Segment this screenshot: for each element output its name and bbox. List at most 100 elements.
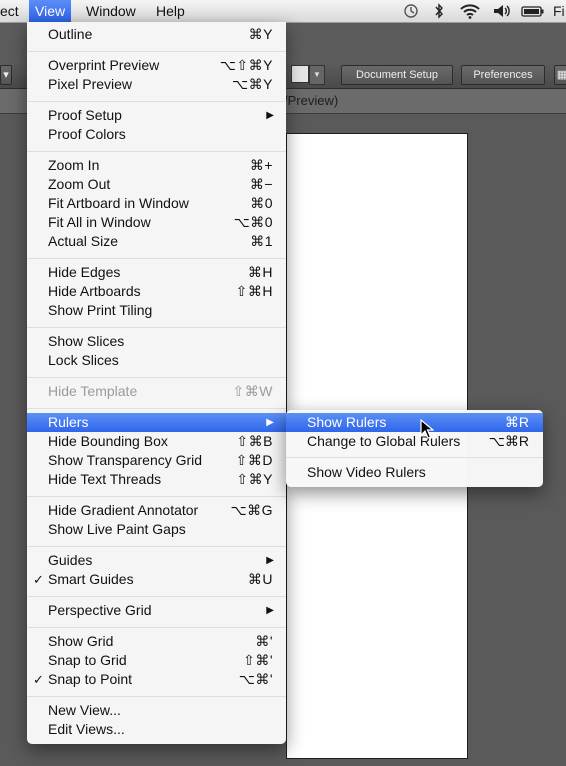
battery-icon[interactable] xyxy=(521,0,545,22)
menu-item-hide-edges[interactable]: Hide Edges ⌘H xyxy=(27,263,286,282)
menu-separator xyxy=(286,457,543,458)
menu-item-shortcut: ⌘H xyxy=(247,264,273,280)
submenu-arrow-icon: ▶ xyxy=(266,110,274,121)
menu-item-hide-artboards[interactable]: Hide Artboards ⇧⌘H xyxy=(27,282,286,301)
menu-item-hide-template: Hide Template ⇧⌘W xyxy=(27,382,286,401)
menu-item-new-view[interactable]: New View... xyxy=(27,701,286,720)
submenu-item-shortcut: ⌘R xyxy=(504,414,529,430)
menu-separator xyxy=(27,546,286,547)
menu-separator xyxy=(27,408,286,409)
menubar-item-help[interactable]: Help xyxy=(150,0,191,22)
menu-item-label: Show Grid xyxy=(48,633,114,649)
menu-item-label: Fit Artboard in Window xyxy=(48,195,189,211)
menu-item-label: Hide Bounding Box xyxy=(48,433,168,449)
menu-item-show-slices[interactable]: Show Slices xyxy=(27,332,286,351)
fill-swatch[interactable] xyxy=(291,65,309,83)
menu-item-label: Smart Guides xyxy=(48,571,134,587)
volume-icon[interactable] xyxy=(491,0,513,22)
menu-separator xyxy=(27,496,286,497)
menu-separator xyxy=(27,51,286,52)
menu-separator xyxy=(27,377,286,378)
menu-separator xyxy=(27,596,286,597)
time-machine-icon[interactable] xyxy=(403,0,419,22)
menu-item-hide-bounding-box[interactable]: Hide Bounding Box ⇧⌘B xyxy=(27,432,286,451)
menu-item-shortcut: ⌘Y xyxy=(248,26,273,42)
menu-item-edit-views[interactable]: Edit Views... xyxy=(27,720,286,739)
menu-item-zoom-out[interactable]: Zoom Out ⌘− xyxy=(27,175,286,194)
menu-item-perspective-grid[interactable]: Perspective Grid ▶ xyxy=(27,601,286,620)
menu-item-zoom-in[interactable]: Zoom In ⌘+ xyxy=(27,156,286,175)
menu-item-label: Overprint Preview xyxy=(48,57,160,73)
bluetooth-icon[interactable] xyxy=(433,0,445,22)
menu-item-snap-to-point[interactable]: ✓ Snap to Point ⌥⌘' xyxy=(27,670,286,689)
menu-item-shortcut: ⇧⌘' xyxy=(243,652,273,668)
menu-item-shortcut: ⌥⌘G xyxy=(230,502,273,518)
menu-item-lock-slices[interactable]: Lock Slices xyxy=(27,351,286,370)
menu-item-smart-guides[interactable]: ✓ Smart Guides ⌘U xyxy=(27,570,286,589)
preferences-button[interactable]: Preferences xyxy=(461,65,545,85)
menu-item-rulers[interactable]: Rulers ▶ xyxy=(27,413,286,432)
menu-item-label: Actual Size xyxy=(48,233,119,249)
menu-item-label: Proof Setup xyxy=(48,107,122,123)
menubar-item-view[interactable]: View xyxy=(29,0,72,22)
toolbar-dropdown[interactable]: ▾ xyxy=(0,65,12,85)
menu-item-shortcut: ⌘' xyxy=(255,633,273,649)
menu-item-label: Hide Artboards xyxy=(48,283,141,299)
mouse-cursor-icon xyxy=(420,418,435,439)
menu-item-actual-size[interactable]: Actual Size ⌘1 xyxy=(27,232,286,251)
menu-item-pixel-preview[interactable]: Pixel Preview ⌥⌘Y xyxy=(27,75,286,94)
menu-item-shortcut: ⌘U xyxy=(247,571,273,587)
menu-item-label: Snap to Grid xyxy=(48,652,127,668)
menu-item-label: New View... xyxy=(48,702,121,718)
menu-item-overprint-preview[interactable]: Overprint Preview ⌥⇧⌘Y xyxy=(27,56,286,75)
chevron-down-icon[interactable]: ▼ xyxy=(309,65,325,85)
submenu-item-label: Show Rulers xyxy=(307,414,387,430)
menu-item-show-print-tiling[interactable]: Show Print Tiling xyxy=(27,301,286,320)
wifi-icon[interactable] xyxy=(459,0,481,22)
menu-item-show-live-paint-gaps[interactable]: Show Live Paint Gaps xyxy=(27,520,286,539)
menubar-item-window[interactable]: Window xyxy=(80,0,142,22)
menu-item-label: Pixel Preview xyxy=(48,76,133,92)
menu-item-shortcut: ⌥⌘' xyxy=(238,671,273,687)
menu-separator xyxy=(27,627,286,628)
menu-item-label: Hide Template xyxy=(48,383,138,399)
menu-item-proof-setup[interactable]: Proof Setup ▶ xyxy=(27,106,286,125)
menu-item-proof-colors[interactable]: Proof Colors xyxy=(27,125,286,144)
menu-item-label: Fit All in Window xyxy=(48,214,151,230)
menu-item-label: Zoom Out xyxy=(48,176,111,192)
menu-item-label: Hide Edges xyxy=(48,264,121,280)
menu-item-hide-text-threads[interactable]: Hide Text Threads ⇧⌘Y xyxy=(27,470,286,489)
menu-separator xyxy=(27,327,286,328)
document-setup-button[interactable]: Document Setup xyxy=(341,65,453,85)
menu-item-show-grid[interactable]: Show Grid ⌘' xyxy=(27,632,286,651)
menu-item-fit-all[interactable]: Fit All in Window ⌥⌘0 xyxy=(27,213,286,232)
menu-item-label: Show Print Tiling xyxy=(48,302,153,318)
submenu-item-label: Change to Global Rulers xyxy=(307,433,461,449)
menu-item-label: Hide Gradient Annotator xyxy=(48,502,199,518)
menu-item-label: Show Slices xyxy=(48,333,125,349)
menu-item-shortcut: ⇧⌘W xyxy=(232,383,273,399)
grid-icon[interactable]: ▦ xyxy=(554,65,566,85)
menu-item-show-transparency-grid[interactable]: Show Transparency Grid ⇧⌘D xyxy=(27,451,286,470)
menu-item-shortcut: ⌥⇧⌘Y xyxy=(219,57,273,73)
menu-separator xyxy=(27,258,286,259)
menubar-item-select[interactable]: ect xyxy=(0,0,25,22)
menu-item-label: Proof Colors xyxy=(48,126,126,142)
menu-item-shortcut: ⇧⌘B xyxy=(236,433,273,449)
menu-item-snap-to-grid[interactable]: Snap to Grid ⇧⌘' xyxy=(27,651,286,670)
menu-item-label: Guides xyxy=(48,552,93,568)
submenu-item-change-to-global-rulers[interactable]: Change to Global Rulers ⌥⌘R xyxy=(286,432,543,451)
menu-item-fit-artboard[interactable]: Fit Artboard in Window ⌘0 xyxy=(27,194,286,213)
menu-item-outline[interactable]: Outline ⌘Y xyxy=(27,25,286,44)
menu-item-label: Zoom In xyxy=(48,157,100,173)
menu-item-label: Show Live Paint Gaps xyxy=(48,521,186,537)
document-tab-title[interactable]: /Preview) xyxy=(284,93,338,108)
menubar-user-name[interactable]: Fi xyxy=(553,0,565,22)
menu-item-hide-gradient-annotator[interactable]: Hide Gradient Annotator ⌥⌘G xyxy=(27,501,286,520)
menu-item-guides[interactable]: Guides ▶ xyxy=(27,551,286,570)
checkmark-icon: ✓ xyxy=(33,672,44,687)
menu-item-shortcut: ⌘1 xyxy=(250,233,273,249)
menu-item-label: Edit Views... xyxy=(48,721,125,737)
submenu-item-show-video-rulers[interactable]: Show Video Rulers xyxy=(286,463,543,482)
submenu-item-show-rulers[interactable]: Show Rulers ⌘R xyxy=(286,413,543,432)
